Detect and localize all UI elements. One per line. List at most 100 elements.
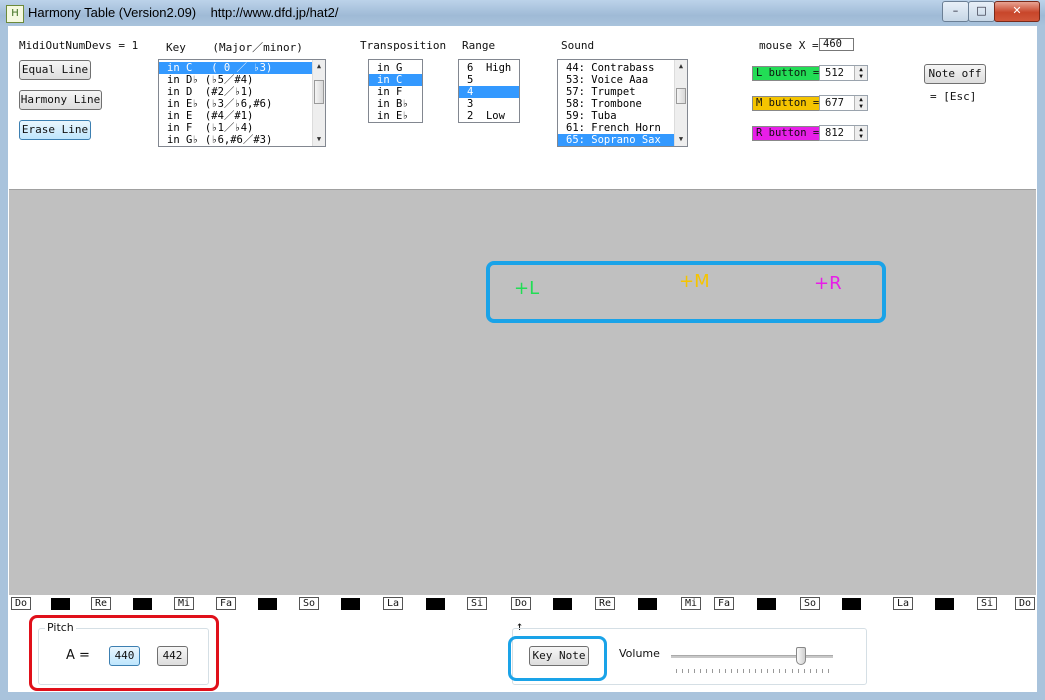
spin-down-icon[interactable]: ▼ (854, 73, 867, 80)
transposition-list-item[interactable]: in B♭ (369, 98, 422, 110)
key-note-button[interactable]: Key Note (529, 646, 589, 666)
black-key[interactable] (426, 598, 445, 610)
range-listbox[interactable]: 6 High 5 4 3 2 Low (458, 59, 520, 123)
range-list-item[interactable]: 5 (459, 74, 519, 86)
key-scrollbar[interactable]: ▲ ▼ (312, 60, 325, 146)
note-off-button[interactable]: Note off (924, 64, 986, 84)
volume-tick (810, 669, 811, 673)
transposition-list-item[interactable]: in F (369, 86, 422, 98)
volume-tick (706, 669, 707, 673)
harmony-canvas[interactable] (9, 189, 1036, 595)
sound-list-item[interactable]: 59: Tuba (558, 110, 675, 122)
volume-slider[interactable] (671, 645, 833, 675)
maximize-button[interactable]: □ (968, 1, 995, 22)
white-key[interactable]: So (299, 597, 319, 610)
pitch-442-button[interactable]: 442 (157, 646, 188, 666)
key-header: Key (Major／minor) (166, 41, 303, 54)
volume-track (671, 655, 833, 658)
range-list-item[interactable]: 6 High (459, 62, 519, 74)
white-key[interactable]: Mi (681, 597, 701, 610)
close-button[interactable]: ✕ (994, 1, 1040, 22)
volume-tick (731, 669, 732, 673)
equal-line-button[interactable]: Equal Line (19, 60, 91, 80)
white-key[interactable]: Re (595, 597, 615, 610)
volume-tick (804, 669, 805, 673)
sound-list-item[interactable]: 65: Soprano Sax (558, 134, 675, 146)
l-button-label: L button = (752, 66, 824, 81)
scroll-thumb[interactable] (314, 80, 324, 104)
white-key[interactable]: Si (977, 597, 997, 610)
mouse-x-label: mouse X = (759, 39, 819, 52)
black-key[interactable] (757, 598, 776, 610)
transposition-list-item[interactable]: in E♭ (369, 110, 422, 122)
scroll-thumb[interactable] (676, 88, 686, 104)
white-key[interactable]: Do (1015, 597, 1035, 610)
harmony-line-button[interactable]: Harmony Line (19, 90, 102, 110)
scroll-down-icon[interactable]: ▼ (313, 134, 325, 145)
white-key[interactable]: Re (91, 597, 111, 610)
black-key[interactable] (51, 598, 70, 610)
black-key[interactable] (842, 598, 861, 610)
volume-tick (737, 669, 738, 673)
white-key[interactable]: Fa (714, 597, 734, 610)
scroll-down-icon[interactable]: ▼ (675, 134, 687, 145)
sound-list-item[interactable]: 61: French Horn (558, 122, 675, 134)
key-list-item[interactable]: in F (♭1／♭4) (159, 122, 313, 134)
spin-up-icon[interactable]: ▲ (854, 66, 867, 73)
transposition-list-item[interactable]: in G (369, 62, 422, 74)
key-list-item[interactable]: in E (#4／#1) (159, 110, 313, 122)
volume-tick (700, 669, 701, 673)
transposition-listbox[interactable]: in Gin Cin Fin B♭ in E♭ (368, 59, 423, 123)
black-key[interactable] (341, 598, 360, 610)
minimize-button[interactable]: – (942, 1, 969, 22)
white-key[interactable]: So (800, 597, 820, 610)
spin-down-icon[interactable]: ▼ (854, 133, 867, 140)
scroll-up-icon[interactable]: ▲ (675, 61, 687, 72)
midi-devices-label: MidiOutNumDevs = 1 (19, 39, 139, 52)
spin-up-icon[interactable]: ▲ (854, 126, 867, 133)
white-key[interactable]: Do (11, 597, 31, 610)
l-button-spinner[interactable]: 512 ▲ ▼ (819, 65, 868, 81)
sound-listbox[interactable]: 44: Contrabass 53: Voice Aaa 57: Trumpet 58… (557, 59, 688, 147)
key-list-item[interactable]: in D♭ (♭5／#4) (159, 74, 313, 86)
scroll-up-icon[interactable]: ▲ (313, 61, 325, 72)
key-list-item[interactable]: in G♭ (♭6,#6／#3) (159, 134, 313, 146)
volume-thumb[interactable] (796, 647, 806, 665)
window-frame-left (0, 26, 8, 700)
black-key[interactable] (258, 598, 277, 610)
sound-list-item[interactable]: 44: Contrabass (558, 62, 675, 74)
m-button-spinner[interactable]: 677 ▲ ▼ (819, 95, 868, 111)
white-key[interactable]: La (893, 597, 913, 610)
sound-list-item[interactable]: 58: Trombone (558, 98, 675, 110)
black-key[interactable] (133, 598, 152, 610)
spin-down-icon[interactable]: ▼ (854, 103, 867, 110)
white-key[interactable]: Fa (216, 597, 236, 610)
black-key[interactable] (638, 598, 657, 610)
pitch-440-button[interactable]: 440 (109, 646, 140, 666)
key-list-item[interactable]: in C ( 0 ／ ♭3) (159, 62, 313, 74)
sound-scrollbar[interactable]: ▲ ▼ (674, 60, 687, 146)
transposition-list-item[interactable]: in C (369, 74, 422, 86)
marker-r: +R (814, 273, 842, 294)
white-key[interactable]: Do (511, 597, 531, 610)
key-listbox[interactable]: in C ( 0 ／ ♭3) in D♭ (♭5／#4) in D (#2／♭1) i… (158, 59, 326, 147)
white-key[interactable]: Mi (174, 597, 194, 610)
range-list-item[interactable]: 4 (459, 86, 519, 98)
sound-list-item[interactable]: 53: Voice Aaa (558, 74, 675, 86)
range-list-item[interactable]: 2 Low (459, 110, 519, 122)
range-header: Range (462, 39, 496, 52)
volume-tick (785, 669, 786, 673)
white-key[interactable]: Si (467, 597, 487, 610)
black-key[interactable] (553, 598, 572, 610)
spin-up-icon[interactable]: ▲ (854, 96, 867, 103)
key-list-item[interactable]: in D (#2／♭1) (159, 86, 313, 98)
sound-list-item[interactable]: 57: Trumpet (558, 86, 675, 98)
black-key[interactable] (935, 598, 954, 610)
range-list-item[interactable]: 3 (459, 98, 519, 110)
white-key[interactable]: La (383, 597, 403, 610)
m-button-label: M button = (752, 96, 824, 111)
volume-tick (773, 669, 774, 673)
r-button-spinner[interactable]: 812 ▲ ▼ (819, 125, 868, 141)
key-list-item[interactable]: in E♭ (♭3／♭6,#6) (159, 98, 313, 110)
erase-line-button[interactable]: Erase Line (19, 120, 91, 140)
